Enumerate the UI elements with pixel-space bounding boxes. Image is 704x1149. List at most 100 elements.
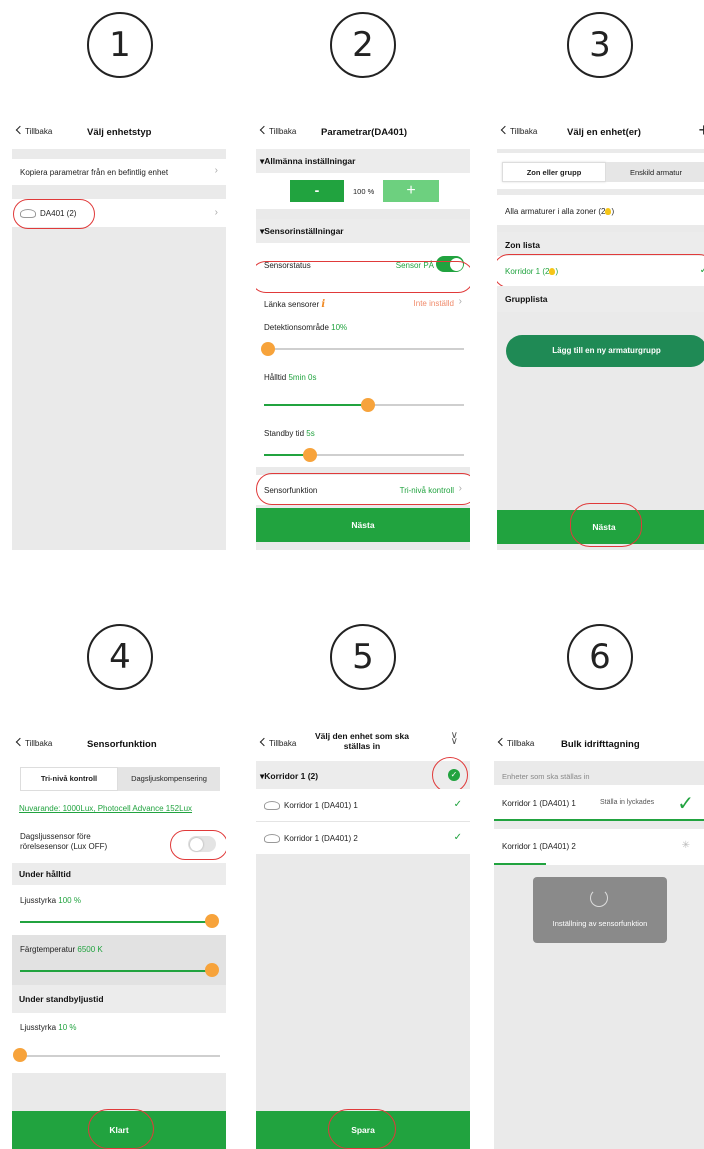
standby-slider-knob[interactable] (303, 448, 317, 462)
standby-time-label: Standby tid 5s (264, 429, 315, 438)
detection-slider-track[interactable] (264, 348, 464, 350)
check-icon: ✓ (453, 799, 462, 810)
header: Tillbaka Sensorfunktion (12, 727, 226, 761)
page-title: Välj den enhet som ska ställas in (314, 731, 409, 751)
under-standby-section: Under standbyljustid (12, 985, 226, 1013)
tab-zone-or-group[interactable]: Zon eller grupp (502, 162, 606, 182)
device-label: Korridor 1 (DA401) 1 (264, 801, 358, 810)
all-luminaires-close: ) (611, 207, 615, 216)
tab-daylight-compensation[interactable]: Dagsljuskompensering (118, 767, 220, 791)
info-icon[interactable]: i (321, 299, 325, 310)
detection-value: 10% (331, 323, 348, 332)
screen-parameters: Tillbaka Parametrar(DA401) ▾Allmänna ins… (256, 115, 470, 550)
highlight-ring (88, 1109, 154, 1149)
device-label: Korridor 1 (DA401) 2 (264, 834, 358, 843)
copy-parameters-row[interactable]: Kopiera parametrar från en befintlig enh… (12, 159, 226, 185)
device-row-1: Korridor 1 (DA401) 1 Ställa in lyckades … (494, 785, 704, 821)
highlight-ring (497, 254, 704, 288)
brightness-slider-fill (20, 921, 212, 923)
screen-select-device-type: Tillbaka Välj enhetstyp Kopiera parametr… (12, 115, 226, 550)
step-number-5: 5 (330, 624, 396, 690)
page-title: Välj enhetstyp (87, 127, 152, 138)
daylight-sensor-label: Dagsljussensor före rörelsesensor (Lux O… (20, 832, 108, 851)
color-temp-label: Färgtemperatur 6500 K (20, 945, 103, 954)
segment-row: Zon eller grupp Enskild armatur (497, 153, 704, 189)
chevron-left-icon (500, 125, 510, 135)
chevron-left-icon (259, 737, 269, 747)
add-icon[interactable]: + (698, 120, 704, 141)
device-status: Ställa in lyckades (600, 799, 655, 806)
step-number-3: 3 (567, 12, 633, 78)
current-settings-link[interactable]: Nuvarande: 1000Lux, Photocell Advance 15… (19, 804, 192, 813)
link-sensors-row[interactable]: Länka sensorer i Inte inställd › (256, 289, 470, 317)
brightness-row: Ljusstyrka 100 % (12, 885, 226, 935)
page-title: Parametrar(DA401) (321, 127, 408, 138)
minus-button[interactable]: - (290, 180, 344, 202)
back-button[interactable]: Tillbaka (259, 125, 297, 136)
detection-label-text: Detektionsområde (264, 323, 329, 332)
hold-slider-knob[interactable] (361, 398, 375, 412)
chevron-right-icon: › (458, 296, 462, 307)
section-title: Under hålltid (19, 869, 71, 879)
group-list-section: Grupplista (497, 286, 704, 312)
back-label: Tillbaka (269, 127, 297, 136)
header: Tillbaka Parametrar(DA401) (256, 115, 470, 149)
brightness-standby-slider-knob[interactable] (13, 1048, 27, 1062)
next-button[interactable]: Nästa (256, 508, 470, 542)
spinner-icon: ✳ (681, 840, 690, 851)
device-row-2[interactable]: Korridor 1 (DA401) 2 ✓ (256, 822, 470, 854)
back-button[interactable]: Tillbaka (15, 737, 52, 748)
hold-time-row: Hålltid 5min 0s (256, 363, 470, 415)
back-button[interactable]: Tillbaka (500, 125, 537, 136)
detection-slider-knob[interactable] (261, 342, 275, 356)
back-button[interactable]: Tillbaka (259, 737, 296, 748)
link-sensors-value: Inte inställd (413, 299, 454, 308)
step-number-2: 2 (330, 12, 396, 78)
general-settings-section[interactable]: ▾Allmänna inställningar (256, 149, 470, 173)
tab-tri-level[interactable]: Tri-nivå kontroll (20, 767, 118, 791)
screen-bulk-commissioning: Tillbaka Bulk idrifttagning Enheter som … (494, 727, 704, 1149)
all-luminaires-row[interactable]: Alla armaturer i alla zoner (2) (497, 195, 704, 225)
link-sensors-text: Länka sensorer (264, 300, 320, 309)
back-button[interactable]: Tillbaka (15, 125, 52, 136)
tab-single-luminaire[interactable]: Enskild armatur (606, 162, 704, 182)
chevron-right-icon: › (214, 165, 218, 176)
detection-area-label: Detektionsområde 10% (264, 323, 347, 332)
plus-button[interactable]: + (383, 180, 439, 202)
chevron-left-icon (15, 737, 25, 747)
device-row-2: Korridor 1 (DA401) 2 ✳ (494, 829, 704, 865)
page-title: Bulk idrifttagning (561, 739, 640, 750)
brightness-value: 100 % (58, 896, 81, 905)
brightness-standby-value: 10 % (58, 1023, 77, 1032)
add-group-button[interactable]: Lägg till en ny armaturgrupp (506, 335, 704, 367)
highlight-ring (13, 199, 95, 229)
hold-slider-fill (264, 404, 368, 406)
brightness-standby-slider-track[interactable] (20, 1055, 220, 1057)
sensor-settings-section[interactable]: ▾Sensorinställningar (256, 219, 470, 243)
all-luminaires-label: Alla armaturer i alla zoner (2) (505, 207, 614, 216)
color-temp-value: 6500 K (77, 945, 103, 954)
chevron-right-icon: › (214, 207, 218, 218)
standby-value: 5s (306, 429, 315, 438)
hold-value: 5min 0s (288, 373, 317, 382)
copy-parameters-label: Kopiera parametrar från en befintlig enh… (20, 168, 169, 177)
back-button[interactable]: Tillbaka (497, 737, 534, 748)
collapse-all-icon[interactable]: ∨ ∨ (451, 731, 458, 747)
highlight-ring (256, 473, 470, 505)
device-label: Korridor 1 (DA401) 2 (502, 842, 576, 851)
color-temp-row: Färgtemperatur 6500 K (12, 935, 226, 985)
chevron-left-icon (497, 737, 507, 747)
standby-time-row: Standby tid 5s (256, 415, 470, 467)
loading-spinner-icon (590, 889, 608, 907)
header: Tillbaka Välj den enhet som ska ställas … (256, 727, 470, 761)
color-temp-slider-knob[interactable] (205, 963, 219, 977)
brightness-slider-knob[interactable] (205, 914, 219, 928)
header: Tillbaka Välj enhetstyp (12, 115, 226, 149)
screen-select-devices: Tillbaka Välj en enhet(er) + Zon eller g… (497, 115, 704, 550)
device-row-1[interactable]: Korridor 1 (DA401) 1 ✓ (256, 789, 470, 822)
color-temp-text: Färgtemperatur (20, 945, 76, 954)
progress-bar (494, 819, 704, 821)
highlight-ring (328, 1109, 396, 1149)
step-number-4: 4 (87, 624, 153, 690)
highlight-ring (170, 830, 226, 860)
